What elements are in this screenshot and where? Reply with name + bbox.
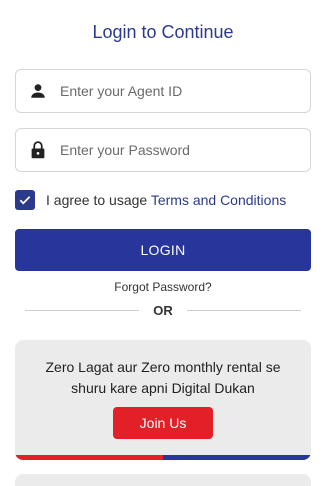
password-field[interactable] bbox=[15, 128, 311, 172]
terms-link[interactable]: Terms and Conditions bbox=[151, 192, 286, 208]
person-icon bbox=[16, 69, 60, 113]
promo-line-1: Zero Lagat aur Zero monthly rental se bbox=[45, 359, 281, 375]
agree-row: I agree to usage Terms and Conditions bbox=[15, 190, 286, 210]
promo-accent-bar-blue bbox=[163, 455, 311, 460]
agent-id-field[interactable] bbox=[15, 69, 311, 113]
agent-id-input[interactable] bbox=[60, 71, 290, 111]
checkmark-icon bbox=[19, 196, 31, 205]
forgot-password-link[interactable]: Forgot Password? bbox=[0, 280, 326, 294]
promo-accent-bar-red bbox=[15, 455, 163, 460]
next-card bbox=[15, 474, 311, 486]
agree-checkbox[interactable] bbox=[15, 190, 35, 210]
lock-icon bbox=[16, 128, 60, 172]
divider-line-left bbox=[25, 309, 140, 311]
login-page: Login to Continue I agree to usage Terms… bbox=[0, 0, 326, 486]
or-label: OR bbox=[153, 302, 173, 318]
page-title: Login to Continue bbox=[92, 22, 234, 42]
divider-line-right bbox=[186, 309, 301, 311]
promo-card: Zero Lagat aur Zero monthly rental se sh… bbox=[15, 340, 311, 460]
promo-line-2: shuru kare apni Digital Dukan bbox=[71, 380, 255, 396]
login-button[interactable]: LOGIN bbox=[15, 229, 311, 271]
agree-label-prefix: I agree to usage bbox=[46, 192, 151, 208]
promo-text: Zero Lagat aur Zero monthly rental se sh… bbox=[25, 357, 301, 399]
join-us-button[interactable]: Join Us bbox=[113, 407, 213, 439]
password-input[interactable] bbox=[60, 130, 290, 170]
or-divider: OR bbox=[25, 302, 301, 318]
agree-label: I agree to usage Terms and Conditions bbox=[46, 192, 286, 208]
